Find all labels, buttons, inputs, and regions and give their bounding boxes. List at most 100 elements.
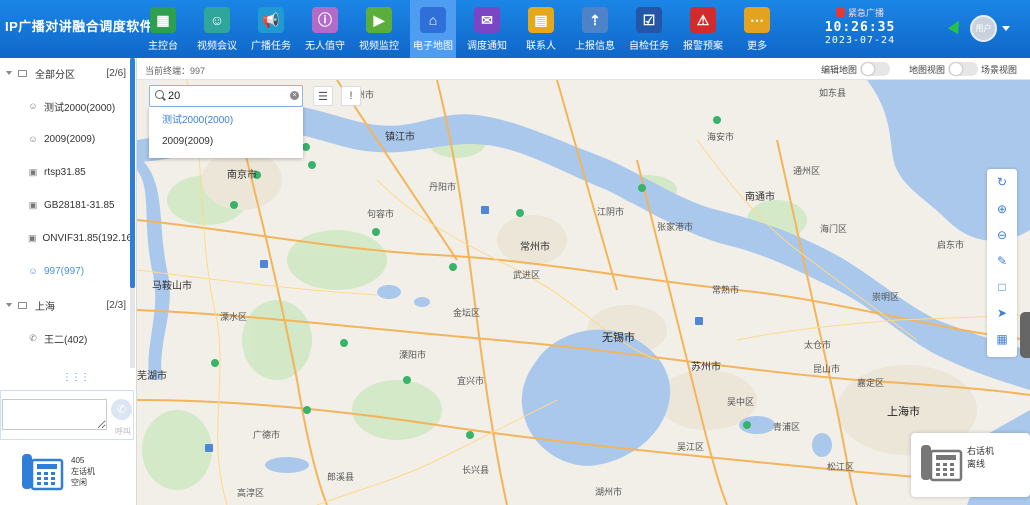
map-label: 芜湖市 xyxy=(137,371,167,382)
select-area-icon[interactable]: □ xyxy=(995,280,1009,294)
map-label: 金坛区 xyxy=(453,308,481,318)
tree-node-selected[interactable]: ☺ 997(997) xyxy=(0,261,130,281)
top-bar: IP广播对讲融合调度软件 ▦ 主控台 ☺ 视频会议 📢 广播任务 ⓘ 无人值守 ▶ 视频监控 ⌂ 电子… xyxy=(0,0,1030,58)
alarm-text: 紧急广播 xyxy=(847,8,884,18)
tree-group-all[interactable]: 全部分区 [2/6] xyxy=(0,63,130,83)
clear-icon[interactable]: × xyxy=(290,91,299,100)
tree-node[interactable]: ▣ ONVIF31.85(192.168 xyxy=(0,228,130,248)
extension-name: 左话机 xyxy=(71,467,95,476)
map-label: 青浦区 xyxy=(773,422,801,432)
extension-status: 空闲 xyxy=(71,478,87,487)
main-nav: ▦ 主控台 ☺ 视频会议 📢 广播任务 ⓘ 无人值守 ▶ 视频监控 ⌂ 电子地图 ✉ 调度通知 ▤ 联系人 ⇡ 上… xyxy=(140,0,788,58)
nav-label: 主控台 xyxy=(148,41,178,52)
app-title: IP广播对讲融合调度软件 xyxy=(5,19,154,34)
node-label: 997(997) xyxy=(44,265,85,277)
map-label: 镇江市 xyxy=(385,132,415,143)
broadcast-icon: 📢 xyxy=(258,7,284,33)
unattended-icon: ⓘ xyxy=(312,7,338,33)
call-number-input[interactable] xyxy=(2,399,107,430)
contacts-icon: ▤ xyxy=(528,7,554,33)
map-toolbar: ↻ ⊕ ⊖ ✎ □ ➤ ▦ xyxy=(987,169,1017,357)
map-label: 南京市 xyxy=(227,170,257,181)
nav-item-more[interactable]: ⋯ 更多 xyxy=(734,0,780,58)
ruler-icon[interactable]: ✎ xyxy=(995,254,1009,268)
nav-label: 电子地图 xyxy=(413,41,453,52)
emergency-broadcast-indicator[interactable]: 紧急广播 xyxy=(820,6,900,19)
list-icon: ☰ xyxy=(318,90,328,103)
edit-map-switch[interactable] xyxy=(860,62,891,76)
tree-node[interactable]: ☺ 测试2000(2000) xyxy=(0,96,130,116)
user-icon: ☺ xyxy=(28,134,38,144)
group-count: [2/3] xyxy=(106,299,126,311)
map-label: 嘉定区 xyxy=(857,378,885,388)
locate-icon[interactable]: ➤ xyxy=(995,306,1009,320)
map-label: 溧阳市 xyxy=(399,350,427,360)
map-label: 江阴市 xyxy=(597,207,625,217)
tree-group-shanghai[interactable]: 上海 [2/3] xyxy=(0,295,130,315)
nav-item-video-monitor[interactable]: ▶ 视频监控 xyxy=(356,0,402,58)
node-label: GB28181-31.85 xyxy=(44,199,115,211)
video-meeting-icon: ☺ xyxy=(204,7,230,33)
left-panel: 全部分区 [2/6] ☺ 测试2000(2000) ☺ 2009(2009) ▣… xyxy=(0,58,137,505)
nav-item-dispatch-notice[interactable]: ✉ 调度通知 xyxy=(464,0,510,58)
node-label: 2009(2009) xyxy=(44,133,96,145)
phone-icon: ✆ xyxy=(29,332,37,343)
group-name: 上海 xyxy=(35,301,55,313)
map-label: 马鞍山市 xyxy=(152,281,192,292)
online-status-icon xyxy=(947,17,965,35)
caret-down-icon[interactable] xyxy=(6,71,12,75)
scroll-thumb[interactable] xyxy=(130,58,135,288)
left-extension[interactable]: 405 左话机 空闲 xyxy=(20,452,130,496)
list-view-button[interactable]: ☰ xyxy=(313,86,333,106)
search-result-item[interactable]: 2009(2009) xyxy=(149,132,303,152)
user-avatar[interactable]: 用户 xyxy=(970,15,997,42)
map-search-input[interactable] xyxy=(168,88,283,104)
map-header: 当前终端：997 编辑地图 地图视图 场景视图 xyxy=(137,58,1030,80)
map-label: 长兴县 xyxy=(462,465,490,475)
node-label: ONVIF31.85(192.168 xyxy=(42,232,130,244)
folder-icon xyxy=(18,301,27,309)
nav-item-unattended[interactable]: ⓘ 无人值守 xyxy=(302,0,348,58)
right-extension-card[interactable]: 右话机 离线 xyxy=(911,433,1030,497)
alert-button[interactable]: ! xyxy=(341,86,361,106)
caret-down-icon[interactable] xyxy=(6,303,12,307)
nav-item-alarm-plan[interactable]: ⚠ 报警预案 xyxy=(680,0,726,58)
view-mode-switch[interactable] xyxy=(948,62,979,76)
nav-item-contacts[interactable]: ▤ 联系人 xyxy=(518,0,564,58)
nav-label: 报警预案 xyxy=(683,41,723,52)
nav-item-electronic-map[interactable]: ⌂ 电子地图 xyxy=(410,0,456,58)
map-label: 上海市 xyxy=(887,406,920,418)
refresh-icon[interactable]: ↻ xyxy=(995,175,1009,189)
tree-node[interactable]: ▣ rtsp31.85 xyxy=(0,162,130,182)
resize-handle-icon[interactable]: ⋮⋮⋮ xyxy=(62,372,90,383)
folder-icon xyxy=(18,69,27,77)
nav-item-report[interactable]: ⇡ 上报信息 xyxy=(572,0,618,58)
nav-label: 视频会议 xyxy=(197,41,237,52)
call-button[interactable]: ✆ xyxy=(111,399,132,420)
camera-icon: ▣ xyxy=(28,232,37,243)
group-count: [2/6] xyxy=(106,67,126,79)
nav-item-dashboard[interactable]: ▦ 主控台 xyxy=(140,0,186,58)
nav-item-broadcast[interactable]: 📢 广播任务 xyxy=(248,0,294,58)
nav-item-self-check[interactable]: ☑ 自检任务 xyxy=(626,0,672,58)
tree-scrollbar[interactable] xyxy=(130,58,135,368)
alarm-plan-icon: ⚠ xyxy=(690,7,716,33)
map-view-label: 地图视图 xyxy=(909,64,946,75)
tree-node[interactable]: ▣ GB28181-31.85 xyxy=(0,195,130,215)
desk-phone-icon xyxy=(921,445,963,482)
zoom-in-icon[interactable]: ⊕ xyxy=(995,202,1009,216)
chevron-down-icon[interactable] xyxy=(1002,26,1010,31)
right-extension-name: 右话机 xyxy=(967,446,995,456)
right-extension-info: 右话机 离线 xyxy=(967,445,994,471)
nav-item-video-meeting[interactable]: ☺ 视频会议 xyxy=(194,0,240,58)
tree-node[interactable]: ☺ 2009(2009) xyxy=(0,129,130,149)
electronic-map[interactable]: 南京市 镇江市 扬州市 如东县 海安市 丹阳市 常州市 江阴市 南通市 通州区 … xyxy=(137,80,1030,505)
current-terminal: 当前终端：997 xyxy=(145,66,206,76)
call-box: ✆ 呼叫 xyxy=(0,390,134,440)
device-tree: 全部分区 [2/6] ☺ 测试2000(2000) ☺ 2009(2009) ▣… xyxy=(0,58,130,368)
layers-icon[interactable]: ▦ xyxy=(995,332,1009,346)
tree-node[interactable]: ✆ 王二(402) xyxy=(0,328,130,348)
zoom-out-icon[interactable]: ⊖ xyxy=(995,228,1009,242)
search-result-item[interactable]: 测试2000(2000) xyxy=(149,111,303,131)
side-panel-toggle[interactable] xyxy=(1020,312,1030,358)
